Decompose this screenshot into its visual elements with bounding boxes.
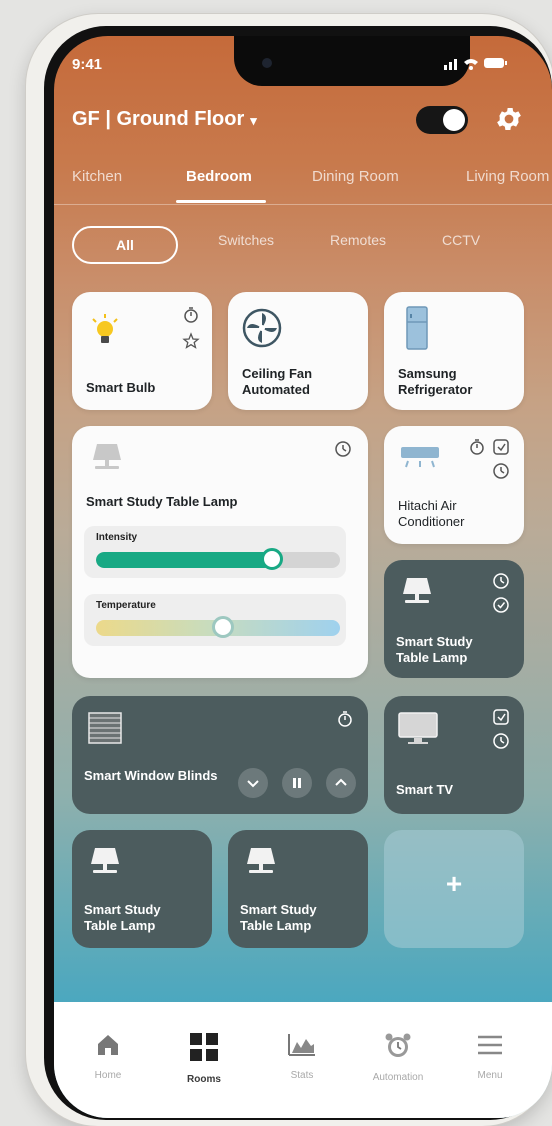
bottom-nav: Home Rooms Stats Automation Menu <box>54 1002 552 1118</box>
device-card-ceiling-fan[interactable]: Ceiling Fan Automated <box>228 292 368 410</box>
device-name: Smart Bulb <box>86 380 156 395</box>
app-screen: 9:41 GF | Ground Floor ▾ Kitchen Bedroom … <box>54 36 552 1118</box>
add-device-button[interactable]: + <box>384 830 524 948</box>
nav-rooms[interactable]: Rooms <box>160 1032 248 1085</box>
table-lamp-icon <box>247 848 275 873</box>
table-lamp-icon <box>91 848 119 873</box>
device-card-study-lamp-right[interactable]: Smart Study Table Lamp <box>384 560 524 678</box>
table-lamp-icon <box>93 444 121 469</box>
device-card-study-lamp-bottom-2[interactable]: Smart Study Table Lamp <box>228 830 368 948</box>
menu-icon <box>478 1035 502 1055</box>
intensity-label: Intensity <box>96 532 138 543</box>
intensity-track[interactable] <box>96 552 340 568</box>
chevron-down-icon <box>247 780 259 788</box>
temperature-slider-thumb[interactable] <box>211 616 234 638</box>
filter-chip-remotes[interactable]: Remotes <box>330 232 386 248</box>
pause-icon <box>293 778 301 788</box>
nav-label: Automation <box>372 1072 424 1083</box>
alarm-clock-icon <box>385 1033 411 1057</box>
air-conditioner-icon <box>401 447 439 468</box>
status-indicators <box>444 56 508 73</box>
device-name: Smart Study Table Lamp <box>396 634 473 665</box>
star-icon[interactable] <box>182 332 200 350</box>
device-name: Smart Study Table Lamp <box>84 902 161 933</box>
nav-stats[interactable]: Stats <box>258 1032 346 1081</box>
fan-icon <box>242 308 282 348</box>
clock-icon[interactable] <box>492 572 510 590</box>
device-card-air-conditioner[interactable]: Hitachi Air Conditioner <box>384 426 524 544</box>
camera-notch <box>234 36 470 86</box>
nav-menu[interactable]: Menu <box>446 1032 534 1081</box>
temperature-slider-panel: Temperature <box>84 594 346 646</box>
nav-label: Rooms <box>187 1074 221 1085</box>
device-name: Smart Study Table Lamp <box>86 494 238 509</box>
blinds-pause-button[interactable] <box>282 768 312 798</box>
clock-icon[interactable] <box>492 462 510 480</box>
floor-selector[interactable]: GF | Ground Floor ▾ <box>72 108 257 131</box>
blinds-down-button[interactable] <box>238 768 268 798</box>
device-name: Smart TV <box>396 782 454 797</box>
stats-icon <box>288 1034 315 1056</box>
device-card-smart-tv[interactable]: Smart TV <box>384 696 524 814</box>
refrigerator-icon <box>406 306 428 350</box>
chevron-up-icon <box>335 778 347 786</box>
tabs-divider <box>54 204 552 205</box>
device-name: Smart Study Table Lamp <box>240 902 317 933</box>
status-time: 9:41 <box>72 56 103 73</box>
master-toggle[interactable] <box>416 106 468 134</box>
temperature-label: Temperature <box>96 600 156 611</box>
timer-icon[interactable] <box>182 306 200 324</box>
schedule-icon[interactable] <box>492 438 510 456</box>
intensity-slider-thumb[interactable] <box>260 548 283 570</box>
nav-label: Stats <box>290 1070 314 1081</box>
nav-label: Home <box>94 1070 122 1081</box>
device-card-study-lamp-expanded[interactable]: Smart Study Table Lamp Intensity Tempera… <box>72 426 368 678</box>
intensity-fill <box>96 552 272 568</box>
tv-icon <box>398 712 438 744</box>
device-card-study-lamp-bottom-1[interactable]: Smart Study Table Lamp <box>72 830 212 948</box>
clock-icon[interactable] <box>492 732 510 750</box>
device-name: Samsung Refrigerator <box>398 366 473 397</box>
device-card-refrigerator[interactable]: Samsung Refrigerator <box>384 292 524 410</box>
nav-home[interactable]: Home <box>64 1032 152 1081</box>
filter-chip-all[interactable]: All <box>72 226 178 264</box>
tab-bedroom[interactable]: Bedroom <box>186 168 252 185</box>
floor-title: GF | Ground Floor <box>72 108 245 130</box>
filter-chip-switches[interactable]: Switches <box>218 232 274 248</box>
tab-living-room[interactable]: Living Room <box>466 168 549 185</box>
device-card-window-blinds[interactable]: Smart Window Blinds <box>72 696 368 814</box>
check-icon[interactable] <box>492 596 510 614</box>
device-card-smart-bulb[interactable]: Smart Bulb <box>72 292 212 410</box>
schedule-icon[interactable] <box>492 708 510 726</box>
device-name: Smart Window Blinds <box>84 768 218 783</box>
tab-dining-room[interactable]: Dining Room <box>312 168 399 185</box>
nav-label: Menu <box>477 1070 503 1081</box>
plus-icon: + <box>445 868 463 899</box>
intensity-slider-panel: Intensity <box>84 526 346 578</box>
device-name: Hitachi Air Conditioner <box>398 498 465 529</box>
nav-automation[interactable]: Automation <box>354 1032 442 1083</box>
window-blinds-icon <box>88 712 122 744</box>
device-name: Ceiling Fan Automated <box>242 366 313 397</box>
chevron-down-icon: ▾ <box>250 113 257 128</box>
camera-lens-icon <box>262 58 272 68</box>
table-lamp-icon <box>403 578 431 603</box>
signal-wifi-battery-icon <box>444 58 507 70</box>
timer-icon[interactable] <box>336 710 354 728</box>
timer-icon[interactable] <box>334 440 352 458</box>
grid-icon <box>190 1033 218 1061</box>
filter-chip-cctv[interactable]: CCTV <box>442 232 480 248</box>
gear-icon[interactable] <box>494 104 524 134</box>
tab-kitchen[interactable]: Kitchen <box>72 168 122 185</box>
blinds-up-button[interactable] <box>326 768 356 798</box>
timer-icon[interactable] <box>468 438 486 456</box>
home-icon <box>98 1035 118 1055</box>
room-tabs: Kitchen Bedroom Dining Room Living Room <box>54 162 552 206</box>
lightbulb-icon <box>92 314 118 343</box>
active-tab-indicator <box>176 200 266 203</box>
